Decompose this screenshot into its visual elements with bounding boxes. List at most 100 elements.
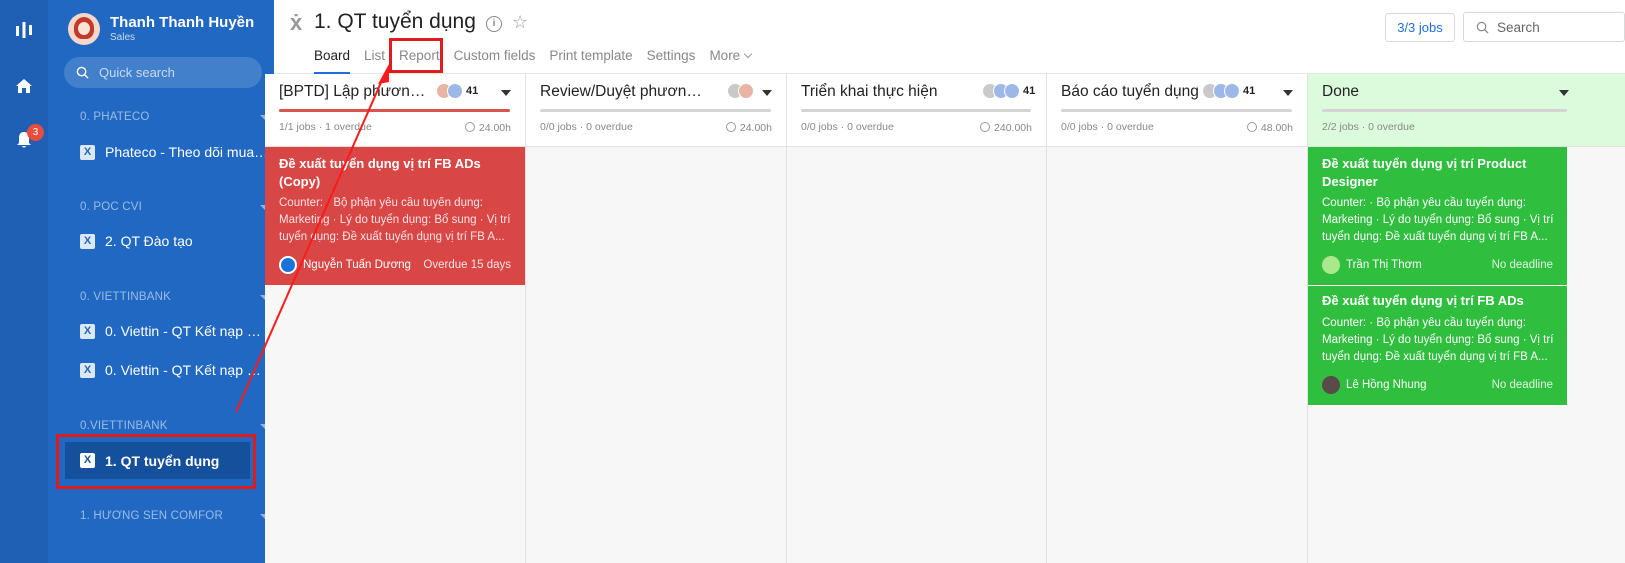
home-icon[interactable]	[14, 76, 34, 96]
column-time: 240.00h	[980, 121, 1032, 134]
column-avatars	[727, 83, 754, 99]
icon-rail: 3	[0, 0, 48, 563]
column-stats: 0/0 jobs · 0 overdue	[540, 121, 633, 133]
card-assignee: Nguyễn Tuấn Dương	[279, 256, 411, 274]
column-time: 24.00h	[726, 121, 772, 134]
column-trien-khai: Triển khai thực hiện 41 0/0 jobs · 0 ove…	[787, 74, 1047, 563]
avatar	[1004, 83, 1020, 99]
avatar	[1224, 83, 1240, 99]
column-done: Done 2/2 jobs · 0 overdue Đề xuất tuyển …	[1308, 74, 1625, 563]
avatar	[1322, 376, 1340, 394]
job-card[interactable]: Đề xuất tuyển dụng vị trí FB ADs (Copy) …	[265, 147, 525, 285]
info-icon[interactable]: i	[486, 16, 502, 32]
kanban-board: [BPTD] Lập phương án tuyển dụng 41 1/1 j…	[265, 74, 1625, 563]
column-title[interactable]: Done	[1322, 83, 1359, 101]
view-tabs: Board List Report Custom fields Print te…	[314, 46, 765, 74]
highlight-box-project	[56, 434, 256, 489]
user-profile[interactable]: Thanh Thanh Huyền Sales	[68, 12, 254, 46]
search-icon	[1476, 21, 1489, 33]
column-stats: 1/1 jobs · 1 overdue	[279, 121, 372, 133]
column-progress	[1322, 109, 1567, 112]
project-viettin-dang[interactable]: X 0. Viettin - QT Kết nạp Đảng	[80, 321, 270, 341]
card-assignee: Lê Hồng Nhung	[1322, 376, 1427, 394]
card-assignee: Trần Thị Thơm	[1322, 256, 1422, 274]
chevron-down-icon[interactable]	[1559, 90, 1569, 96]
column-lap-phuong-an: [BPTD] Lập phương án tuyển dụng 41 1/1 j…	[265, 74, 526, 563]
project-icon: X	[80, 233, 95, 249]
tab-list[interactable]: List	[364, 46, 385, 74]
column-review: Review/Duyệt phương án 0/0 jobs · 0 over…	[526, 74, 787, 563]
avatar	[447, 83, 463, 99]
card-due-status: No deadline	[1491, 259, 1553, 271]
column-avatars: 41	[982, 83, 1036, 99]
project-icon: X	[80, 144, 95, 160]
column-title[interactable]: [BPTD] Lập phương án tuyển dụng	[279, 83, 429, 101]
search-icon	[76, 66, 89, 79]
star-icon[interactable]: ☆	[512, 12, 528, 33]
column-title[interactable]: Review/Duyệt phương án	[540, 83, 710, 101]
group-poc-cvi[interactable]: 0. POC CVI	[80, 201, 270, 213]
column-progress-fill	[279, 109, 510, 112]
column-progress	[1061, 109, 1292, 112]
avatar	[68, 13, 100, 45]
column-progress	[801, 109, 1031, 112]
card-title: Đề xuất tuyển dụng vị trí FB ADs (Copy)	[279, 156, 481, 189]
chevron-down-icon[interactable]	[762, 90, 772, 96]
column-title[interactable]: Triển khai thực hiện	[801, 83, 971, 101]
avatar-count: 41	[1243, 85, 1256, 97]
project-viettin-doan[interactable]: X 0. Viettin - QT Kết nạp Đoàn	[80, 360, 270, 380]
chevron-down-icon[interactable]	[1283, 90, 1293, 96]
job-card[interactable]: Đề xuất tuyển dụng vị trí FB ADs Counter…	[1308, 286, 1567, 406]
tab-board[interactable]: Board	[314, 46, 351, 74]
group-phateco[interactable]: 0. PHATECO	[80, 111, 270, 123]
jobs-count-button[interactable]: 3/3 jobs	[1385, 13, 1455, 42]
column-stats: 0/0 jobs · 0 overdue	[801, 121, 894, 133]
card-description: Counter: · Bộ phận yêu cầu tuyển dụng: M…	[1322, 317, 1554, 363]
group-viettinbank-2[interactable]: 0.VIETTINBANK	[80, 420, 270, 432]
notification-badge: 3	[27, 124, 44, 141]
column-time: 48.00h	[1247, 121, 1293, 134]
column-avatars: 41	[436, 83, 479, 99]
column-header: Review/Duyệt phương án 0/0 jobs · 0 over…	[526, 74, 786, 147]
project-icon: X	[80, 362, 95, 378]
card-description: Counter: · Bộ phận yêu cầu tuyển dụng: M…	[1322, 197, 1554, 243]
tab-more[interactable]: More	[709, 46, 751, 74]
quick-search-input[interactable]	[99, 65, 249, 80]
avatar-count: 41	[1023, 85, 1036, 97]
column-header: Done 2/2 jobs · 0 overdue	[1308, 74, 1625, 147]
tab-custom-fields[interactable]: Custom fields	[454, 46, 536, 74]
avatar	[1322, 256, 1340, 274]
project-phateco[interactable]: X Phateco - Theo dõi mua hàng	[80, 142, 270, 162]
quick-search[interactable]	[64, 57, 262, 88]
column-bao-cao: Báo cáo tuyển dụng 41 0/0 jobs · 0 overd…	[1047, 74, 1308, 563]
card-due-status: Overdue 15 days	[423, 259, 511, 271]
app-logo-icon[interactable]	[14, 20, 34, 40]
app: 3 Thanh Thanh Huyền Sales 0. PHATECO X P…	[0, 0, 1625, 563]
card-due-status: No deadline	[1491, 379, 1553, 391]
board-search-input[interactable]	[1497, 19, 1617, 35]
column-stats: 2/2 jobs · 0 overdue	[1322, 121, 1415, 133]
avatar-count: 41	[466, 85, 479, 97]
board-search[interactable]	[1463, 12, 1625, 42]
group-huong-sen[interactable]: 1. HƯƠNG SEN COMFOR	[80, 510, 270, 522]
project-qt-dao-tao[interactable]: X 2. QT Đào tạo	[80, 231, 270, 251]
avatar	[279, 256, 297, 274]
tab-print-template[interactable]: Print template	[549, 46, 632, 74]
project-icon: X	[80, 323, 95, 339]
page-title: 1. QT tuyển dụng	[314, 10, 476, 33]
user-name: Thanh Thanh Huyền	[110, 14, 255, 31]
tab-settings[interactable]: Settings	[647, 46, 696, 74]
chevron-down-icon[interactable]	[501, 90, 511, 96]
column-header: [BPTD] Lập phương án tuyển dụng 41 1/1 j…	[265, 74, 525, 147]
card-description: Counter: · Bộ phận yêu cầu tuyển dụng: M…	[279, 197, 511, 243]
avatar	[738, 83, 754, 99]
highlight-box-report	[389, 38, 443, 73]
column-stats: 0/0 jobs · 0 overdue	[1061, 121, 1154, 133]
group-viettinbank[interactable]: 0. VIETTINBANK	[80, 291, 270, 303]
job-card[interactable]: Đề xuất tuyển dụng vị trí Product Design…	[1308, 147, 1567, 286]
user-role: Sales	[110, 32, 136, 43]
column-avatars: 41	[1202, 83, 1256, 99]
column-progress	[279, 109, 510, 112]
card-title: Đề xuất tuyển dụng vị trí Product Design…	[1322, 156, 1527, 189]
column-progress	[540, 109, 771, 112]
